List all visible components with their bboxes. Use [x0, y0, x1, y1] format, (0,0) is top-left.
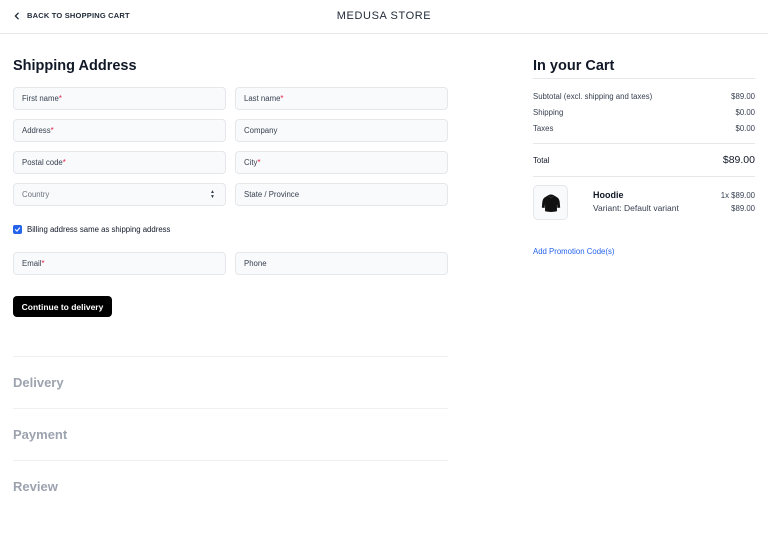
- country-label: Country: [22, 190, 50, 199]
- billing-same-label[interactable]: Billing address same as shipping address: [27, 225, 170, 234]
- item-qty-price: 1x $89.00: [720, 191, 755, 200]
- cart-totals: Subtotal (excl. shipping and taxes) $89.…: [533, 88, 755, 136]
- item-name[interactable]: Hoodie: [593, 190, 679, 200]
- address-input[interactable]: [14, 120, 225, 141]
- address-field[interactable]: Address*: [13, 119, 226, 142]
- company-input[interactable]: [236, 120, 447, 141]
- company-field[interactable]: Company: [235, 119, 448, 142]
- shipping-address-heading: Shipping Address: [13, 58, 137, 74]
- last-name-input[interactable]: [236, 88, 447, 109]
- checkout-form: Shipping Address First name* Last name* …: [13, 58, 448, 317]
- postal-code-field[interactable]: Postal code*: [13, 151, 226, 174]
- cart-heading: In your Cart: [533, 58, 755, 79]
- continue-to-delivery-button[interactable]: Continue to delivery: [13, 296, 112, 317]
- cart-summary: In your Cart Subtotal (excl. shipping an…: [533, 58, 755, 259]
- email-field[interactable]: Email*: [13, 252, 226, 275]
- state-province-field[interactable]: State / Province: [235, 183, 448, 206]
- contact-fields-grid: Email* Phone: [13, 252, 448, 275]
- taxes-label: Taxes: [533, 123, 554, 133]
- add-promotion-code-link[interactable]: Add Promotion Code(s): [533, 247, 614, 256]
- store-title[interactable]: MEDUSA STORE: [0, 10, 768, 22]
- last-name-field[interactable]: Last name*: [235, 87, 448, 110]
- shipping-fields-grid: First name* Last name* Address* Company …: [13, 87, 448, 206]
- state-province-input[interactable]: [236, 184, 447, 205]
- select-updown-icon: ▲ ▼: [210, 189, 215, 200]
- hoodie-image: [541, 194, 560, 212]
- city-input[interactable]: [236, 152, 447, 173]
- taxes-row: Taxes $0.00: [533, 120, 755, 136]
- phone-field[interactable]: Phone: [235, 252, 448, 275]
- payment-step: Payment: [13, 408, 448, 442]
- check-icon: [14, 227, 21, 232]
- subtotal-value: $89.00: [731, 91, 755, 101]
- delivery-heading: Delivery: [13, 375, 64, 390]
- top-bar: BACK TO SHOPPING CART MEDUSA STORE: [0, 0, 768, 34]
- shipping-value: $0.00: [735, 107, 755, 117]
- divider: [533, 176, 755, 177]
- delivery-step: Delivery: [13, 356, 448, 390]
- shipping-row: Shipping $0.00: [533, 104, 755, 120]
- subtotal-row: Subtotal (excl. shipping and taxes) $89.…: [533, 88, 755, 104]
- shipping-label: Shipping: [533, 107, 564, 117]
- billing-same-checkbox[interactable]: [13, 225, 22, 234]
- total-label: Total: [533, 155, 550, 165]
- first-name-input[interactable]: [14, 88, 225, 109]
- billing-same-row: Billing address same as shipping address: [13, 225, 448, 234]
- total-row: Total $89.00: [533, 144, 755, 176]
- product-thumbnail[interactable]: [533, 185, 568, 220]
- review-step: Review: [13, 460, 448, 494]
- email-input[interactable]: [14, 253, 225, 274]
- phone-input[interactable]: [236, 253, 447, 274]
- cart-item: Hoodie Variant: Default variant 1x $89.0…: [533, 185, 755, 221]
- country-select[interactable]: Country ▲ ▼: [13, 183, 226, 206]
- first-name-field[interactable]: First name*: [13, 87, 226, 110]
- item-prices: 1x $89.00 $89.00: [721, 191, 755, 213]
- item-variant: Variant: Default variant: [593, 203, 679, 213]
- city-field[interactable]: City*: [235, 151, 448, 174]
- item-line-total: $89.00: [731, 204, 755, 213]
- cart-item-info: Hoodie Variant: Default variant: [593, 190, 679, 221]
- total-value: $89.00: [722, 154, 755, 166]
- taxes-value: $0.00: [735, 123, 755, 133]
- postal-code-input[interactable]: [14, 152, 225, 173]
- subtotal-label: Subtotal (excl. shipping and taxes): [533, 91, 653, 101]
- payment-heading: Payment: [13, 427, 68, 442]
- review-heading: Review: [13, 479, 58, 494]
